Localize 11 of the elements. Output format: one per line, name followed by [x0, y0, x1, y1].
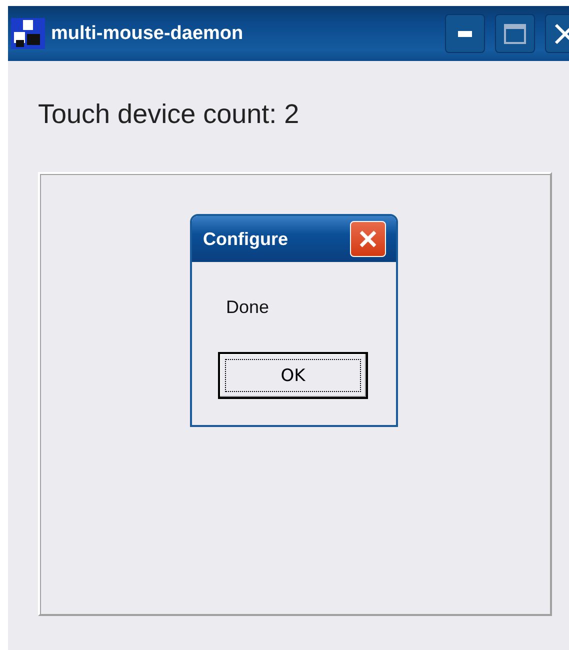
ok-button[interactable]: OK — [218, 352, 368, 399]
minimize-icon — [458, 30, 472, 36]
close-icon — [358, 229, 378, 249]
maximize-icon — [504, 24, 526, 44]
minimize-button[interactable] — [445, 14, 485, 53]
maximize-button[interactable] — [495, 14, 535, 53]
app-icon — [11, 18, 45, 49]
dialog-message: Done — [226, 297, 270, 318]
dialog-title: Configure — [203, 228, 288, 250]
device-count-label: Touch device count: 2 — [38, 99, 300, 130]
window-title: multi-mouse-daemon — [51, 22, 244, 44]
